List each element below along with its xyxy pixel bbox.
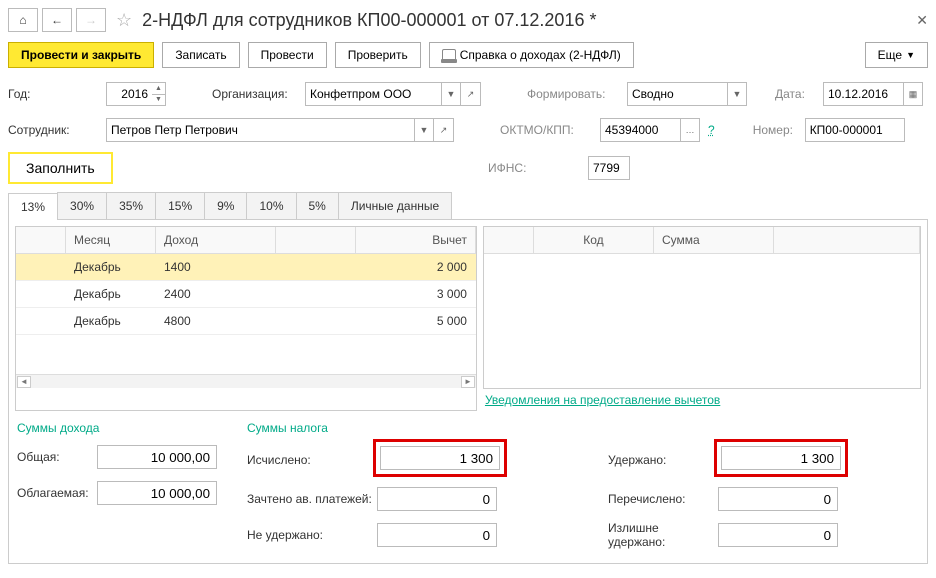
date-input[interactable] <box>828 87 899 101</box>
table-row[interactable]: Декабрь 4800 5 000 <box>16 308 476 335</box>
more-button[interactable]: Еще ▼ <box>865 42 928 68</box>
tab-5[interactable]: 5% <box>296 192 339 219</box>
print-button[interactable]: Справка о доходах (2-НДФЛ) <box>429 42 634 68</box>
save-button[interactable]: Записать <box>162 42 239 68</box>
post-button[interactable]: Провести <box>248 42 327 68</box>
emp-label: Сотрудник: <box>8 123 98 137</box>
ifns-label: ИФНС: <box>488 161 580 175</box>
date-picker[interactable]: ▦ <box>903 82 923 106</box>
transf-label: Перечислено: <box>608 492 718 506</box>
org-open[interactable]: ↗ <box>461 82 481 106</box>
excess-input[interactable] <box>718 523 838 547</box>
form-label: Формировать: <box>527 87 619 101</box>
calc-input[interactable] <box>380 446 500 470</box>
income-grid: Месяц Доход Вычет Декабрь 1400 2 000 Дек… <box>15 226 477 411</box>
nothold-input[interactable] <box>377 523 497 547</box>
emp-input[interactable] <box>111 123 410 137</box>
col-month: Месяц <box>66 227 156 253</box>
org-dropdown[interactable]: ▼ <box>441 82 461 106</box>
tax-sums-title: Суммы налога <box>247 421 558 435</box>
notice-link[interactable]: Уведомления на предоставление вычетов <box>483 389 921 411</box>
taxable-label: Облагаемая: <box>17 486 97 500</box>
favorite-icon[interactable]: ☆ <box>116 10 132 31</box>
check-button[interactable]: Проверить <box>335 42 421 68</box>
h-scrollbar[interactable]: ◄ ► <box>16 374 476 388</box>
ifns-input[interactable] <box>593 161 625 175</box>
oktmo-label: ОКТМО/КПП: <box>500 123 592 137</box>
tab-13[interactable]: 13% <box>8 193 58 220</box>
held-input[interactable] <box>721 446 841 470</box>
org-input[interactable] <box>310 87 437 101</box>
advance-input[interactable] <box>377 487 497 511</box>
emp-open[interactable]: ↗ <box>434 118 454 142</box>
org-label: Организация: <box>212 87 297 101</box>
chevron-down-icon: ▼ <box>906 50 915 60</box>
calc-label: Исчислено: <box>247 453 377 467</box>
tab-10[interactable]: 10% <box>246 192 296 219</box>
page-title: 2-НДФЛ для сотрудников КП00-000001 от 07… <box>142 10 596 31</box>
nothold-label: Не удержано: <box>247 528 377 542</box>
table-row[interactable]: Декабрь 1400 2 000 <box>16 254 476 281</box>
post-close-button[interactable]: Провести и закрыть <box>8 42 154 68</box>
held-label: Удержано: <box>608 453 718 467</box>
income-sums-title: Суммы дохода <box>17 421 217 435</box>
col-income: Доход <box>156 227 276 253</box>
oktmo-input[interactable] <box>605 123 676 137</box>
home-button[interactable]: ⌂ <box>8 8 38 32</box>
fill-button[interactable]: Заполнить <box>8 152 113 184</box>
tab-35[interactable]: 35% <box>106 192 156 219</box>
excess-label: Излишне удержано: <box>608 521 718 549</box>
num-label: Номер: <box>753 123 797 137</box>
col-deduction: Вычет <box>356 227 476 253</box>
num-input[interactable] <box>810 123 900 137</box>
taxable-input[interactable] <box>97 481 217 505</box>
deductions-grid: Код Сумма <box>483 226 921 389</box>
col-sum: Сумма <box>654 227 774 253</box>
scroll-right-icon[interactable]: ► <box>461 376 475 388</box>
year-down[interactable]: ▼ <box>152 94 166 107</box>
oktmo-select[interactable]: … <box>680 118 700 142</box>
back-button[interactable]: ← <box>42 8 72 32</box>
scroll-left-icon[interactable]: ◄ <box>17 376 31 388</box>
advance-label: Зачтено ав. платежей: <box>247 492 377 506</box>
rate-tabs: 13% 30% 35% 15% 9% 10% 5% Личные данные <box>8 192 928 220</box>
transf-input[interactable] <box>718 487 838 511</box>
tab-9[interactable]: 9% <box>204 192 247 219</box>
form-input[interactable] <box>632 87 723 101</box>
tab-15[interactable]: 15% <box>155 192 205 219</box>
tab-personal[interactable]: Личные данные <box>338 192 452 219</box>
total-label: Общая: <box>17 450 97 464</box>
printer-icon <box>442 49 456 61</box>
emp-dropdown[interactable]: ▼ <box>414 118 434 142</box>
tab-30[interactable]: 30% <box>57 192 107 219</box>
form-dropdown[interactable]: ▼ <box>727 82 747 106</box>
table-row[interactable]: Декабрь 2400 3 000 <box>16 281 476 308</box>
date-label: Дата: <box>775 87 815 101</box>
year-label: Год: <box>8 87 98 101</box>
year-up[interactable]: ▲ <box>152 82 166 94</box>
forward-button[interactable]: → <box>76 8 106 32</box>
close-icon[interactable]: ✕ <box>916 12 928 29</box>
year-input[interactable] <box>111 87 148 101</box>
col-code: Код <box>534 227 654 253</box>
total-input[interactable] <box>97 445 217 469</box>
help-link[interactable]: ? <box>708 123 715 137</box>
